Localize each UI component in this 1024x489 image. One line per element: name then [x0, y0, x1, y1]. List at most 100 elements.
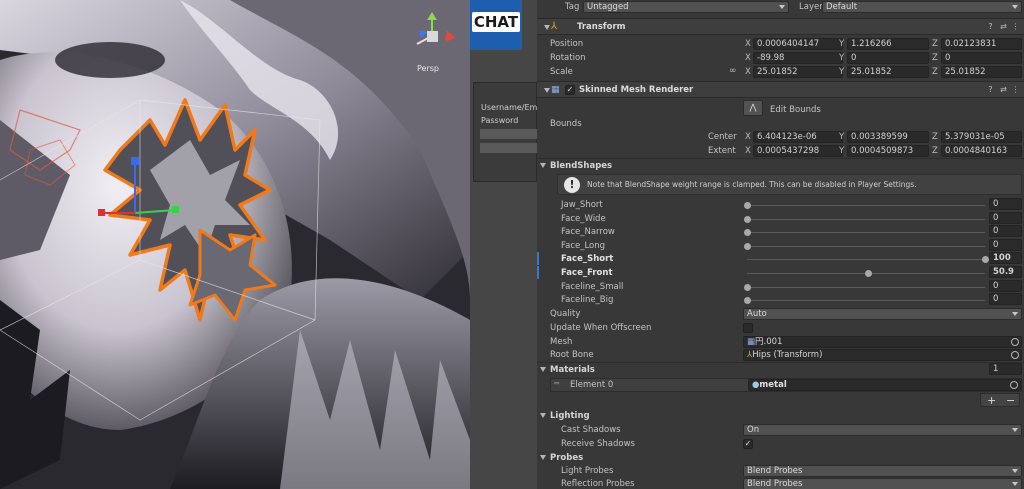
- more-icon[interactable]: ⋮: [1011, 22, 1020, 31]
- preset-icon[interactable]: ⇄: [999, 85, 1008, 94]
- bounds-label: Bounds: [550, 119, 582, 129]
- blendshape-slider-knob[interactable]: [744, 216, 751, 223]
- cast-shadows-value: On: [747, 425, 760, 435]
- material-element-row[interactable]: ═ Element 0 ●metal: [550, 378, 1022, 392]
- foldout-icon: [540, 455, 546, 460]
- scene-gizmo[interactable]: Persp: [405, 8, 460, 73]
- password-label: Password: [481, 116, 519, 125]
- scale-link-icon[interactable]: ∞: [729, 66, 737, 76]
- probes-foldout[interactable]: Probes: [537, 451, 1024, 465]
- blendshape-value-field[interactable]: 0: [989, 225, 1022, 237]
- blendshape-slider-track[interactable]: [747, 232, 985, 233]
- blendshape-slider-track[interactable]: [747, 246, 985, 247]
- center-x-field[interactable]: 6.404123e-06: [753, 131, 843, 143]
- quality-value: Auto: [747, 309, 767, 319]
- preset-icon[interactable]: ⇄: [999, 22, 1008, 31]
- blendshapes-foldout[interactable]: BlendShapes: [537, 158, 1024, 172]
- blendshape-slider-knob[interactable]: [744, 297, 751, 304]
- blendshape-value-field[interactable]: 0: [989, 198, 1022, 210]
- game-view[interactable]: CHAT Username/Ema Password: [470, 0, 537, 489]
- chevron-down-icon: [1012, 5, 1018, 9]
- tag-dropdown[interactable]: Untagged: [583, 1, 789, 13]
- element0-field[interactable]: ●metal: [748, 379, 1021, 391]
- blendshape-value-field[interactable]: 0: [989, 280, 1022, 292]
- blendshape-value-field[interactable]: 0: [989, 239, 1022, 251]
- edit-bounds-button[interactable]: ⋀: [743, 100, 763, 116]
- add-material-button[interactable]: +: [987, 394, 996, 407]
- transform-header[interactable]: ⅄ Transform ? ⇄ ⋮: [537, 18, 1024, 35]
- rotation-z-field[interactable]: 0: [941, 52, 1022, 64]
- materials-count-field[interactable]: 1: [989, 363, 1022, 375]
- foldout-icon: [540, 367, 546, 372]
- blendshape-label: Face_Short: [561, 254, 614, 264]
- object-picker-icon[interactable]: [1011, 351, 1019, 359]
- update-offscreen-checkbox[interactable]: [743, 323, 753, 333]
- blendshape-slider-knob[interactable]: [744, 202, 751, 209]
- scale-z-field[interactable]: 25.01852: [941, 66, 1022, 78]
- extent-z-field[interactable]: 0.0004840163: [941, 145, 1022, 157]
- blendshape-value-field[interactable]: 50.9: [989, 266, 1022, 278]
- mesh-renderer-icon: ▦: [551, 85, 560, 95]
- rotation-y-field[interactable]: 0: [847, 52, 929, 64]
- help-icon[interactable]: ?: [986, 85, 995, 94]
- foldout-icon: [540, 413, 546, 418]
- scale-y-field[interactable]: 25.01852: [847, 66, 929, 78]
- mesh-field[interactable]: ▦円.001: [743, 336, 1022, 348]
- extent-x-axis: X: [745, 146, 751, 156]
- receive-shadows-checkbox[interactable]: ✓: [743, 439, 753, 449]
- extent-y-field[interactable]: 0.0004509873: [847, 145, 929, 157]
- blendshape-slider-knob[interactable]: [744, 243, 751, 250]
- materials-foldout[interactable]: Materials: [537, 362, 1024, 376]
- extent-label: Extent: [708, 146, 736, 156]
- blendshape-slider-track[interactable]: [747, 219, 985, 220]
- help-icon[interactable]: ?: [986, 22, 995, 31]
- blendshape-slider-knob[interactable]: [982, 256, 989, 263]
- blendshape-value-field[interactable]: 0: [989, 212, 1022, 224]
- lighting-foldout[interactable]: Lighting: [537, 409, 1024, 423]
- root-bone-field[interactable]: ⅄Hips (Transform): [743, 349, 1022, 361]
- center-y-axis: Y: [839, 132, 845, 142]
- scene-view[interactable]: Persp: [0, 0, 470, 489]
- scale-x-axis: X: [745, 67, 751, 77]
- blendshape-slider-track[interactable]: [747, 300, 985, 301]
- scale-x-field[interactable]: 25.01852: [753, 66, 843, 78]
- blendshape-value-field[interactable]: 0: [989, 293, 1022, 305]
- smr-enabled-checkbox[interactable]: ✓: [565, 85, 575, 95]
- drag-handle-icon[interactable]: ═: [554, 379, 559, 389]
- light-probes-dropdown[interactable]: Blend Probes: [743, 465, 1022, 477]
- blendshape-slider-track[interactable]: [747, 205, 985, 206]
- blendshape-slider-knob[interactable]: [865, 270, 873, 277]
- rotation-x-field[interactable]: -89.98: [753, 52, 843, 64]
- foldout-icon: [544, 88, 550, 93]
- position-y-field[interactable]: 1.216266: [847, 38, 929, 50]
- login-panel: Username/Ema Password: [473, 82, 537, 182]
- position-x-field[interactable]: 0.0006404147: [753, 38, 843, 50]
- username-input[interactable]: [480, 129, 537, 139]
- position-z-field[interactable]: 0.02123831: [941, 38, 1022, 50]
- quality-dropdown[interactable]: Auto: [743, 308, 1022, 320]
- gizmo-persp-label: Persp: [417, 64, 439, 73]
- cast-shadows-dropdown[interactable]: On: [743, 424, 1022, 436]
- object-picker-icon[interactable]: [1010, 381, 1018, 389]
- more-icon[interactable]: ⋮: [1011, 85, 1020, 94]
- layer-dropdown[interactable]: Default: [822, 1, 1022, 13]
- smr-header[interactable]: ▦ ✓ Skinned Mesh Renderer ? ⇄ ⋮: [537, 81, 1024, 98]
- center-z-field[interactable]: 5.379031e-05: [941, 131, 1022, 143]
- remove-material-button[interactable]: −: [1006, 394, 1015, 407]
- blendshape-value-field[interactable]: 100: [989, 252, 1022, 264]
- layer-label: Layer: [799, 2, 823, 12]
- extent-x-field[interactable]: 0.0005437298: [753, 145, 843, 157]
- center-y-field[interactable]: 0.003389599: [847, 131, 929, 143]
- blendshape-slider-knob[interactable]: [744, 284, 751, 291]
- extent-z-axis: Z: [932, 146, 938, 156]
- reflection-probes-dropdown[interactable]: Blend Probes: [743, 478, 1022, 489]
- root-bone-label: Root Bone: [550, 350, 594, 360]
- blendshape-slider-track[interactable]: [747, 259, 985, 260]
- scene-render: [0, 0, 470, 489]
- object-picker-icon[interactable]: [1011, 338, 1019, 346]
- blendshape-slider-track[interactable]: [747, 287, 985, 288]
- blendshape-row: Jaw_Short 0: [537, 198, 1024, 211]
- blendshape-slider-knob[interactable]: [744, 229, 751, 236]
- reflection-probes-value: Blend Probes: [747, 479, 803, 489]
- password-input[interactable]: [480, 143, 537, 153]
